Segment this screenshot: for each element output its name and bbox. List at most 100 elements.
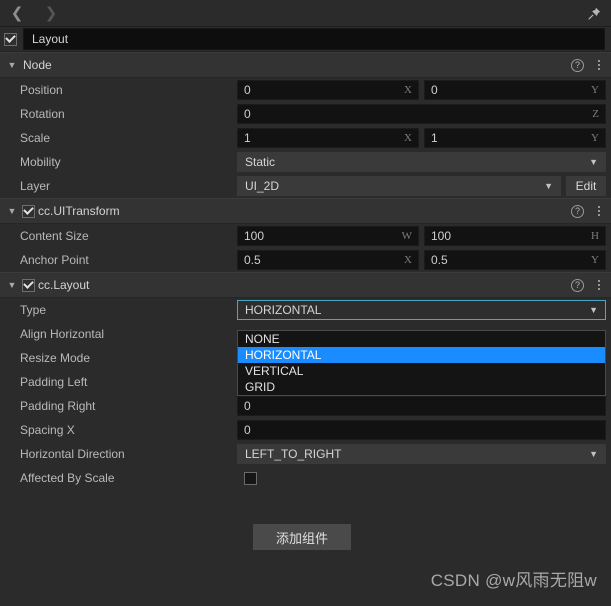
property-row-layer: Layer UI_2D ▼ Edit xyxy=(0,174,611,198)
property-row-horizontal-direction: Horizontal Direction LEFT_TO_RIGHT ▼ xyxy=(0,442,611,466)
label-content-size: Content Size xyxy=(20,229,89,243)
position-y-input[interactable]: 0 Y xyxy=(424,80,606,100)
section-icons-layout: ? xyxy=(571,273,605,297)
mobility-select[interactable]: Static ▼ xyxy=(237,152,606,172)
axis-label-z: Z xyxy=(592,108,599,120)
uitransform-enabled-checkbox[interactable] xyxy=(22,204,35,218)
type-select[interactable]: HORIZONTAL ▼ xyxy=(237,300,606,320)
padding-right-input[interactable]: 0 xyxy=(237,396,606,416)
property-row-content-size: Content Size 100 W 100 H xyxy=(0,224,611,248)
rotation-z-input[interactable]: 0 Z xyxy=(237,104,606,124)
help-circle-icon[interactable]: ? xyxy=(571,278,584,292)
content-size-height-input[interactable]: 100 H xyxy=(424,226,606,246)
chevron-right-icon[interactable]: ❯ xyxy=(34,0,68,26)
property-row-spacing-x: Spacing X 0 xyxy=(0,418,611,442)
dropdown-option-none[interactable]: NONE xyxy=(238,331,605,347)
property-row-mobility: Mobility Static ▼ xyxy=(0,150,611,174)
property-row-scale: Scale 1 X 1 Y xyxy=(0,126,611,150)
property-row-type: Type HORIZONTAL ▼ xyxy=(0,298,611,322)
section-title-uitransform: cc.UITransform xyxy=(38,204,120,218)
anchor-point-x-input[interactable]: 0.5 X xyxy=(237,250,419,270)
label-align-horizontal: Align Horizontal xyxy=(20,327,105,341)
label-padding-right: Padding Right xyxy=(20,399,96,413)
scale-y-input[interactable]: 1 Y xyxy=(424,128,606,148)
chevron-down-icon: ▼ xyxy=(589,156,598,167)
padding-right-value: 0 xyxy=(244,399,251,413)
axis-label-w: W xyxy=(401,230,412,242)
label-scale: Scale xyxy=(20,131,51,145)
section-title-layout: cc.Layout xyxy=(38,278,90,292)
layout-enabled-checkbox[interactable] xyxy=(22,278,35,292)
rotation-z-value: 0 xyxy=(244,107,251,121)
node-name-field[interactable]: Layout xyxy=(23,28,605,50)
label-mobility: Mobility xyxy=(20,155,61,169)
chevron-down-icon: ▼ xyxy=(544,180,553,191)
type-dropdown-popup[interactable]: NONE HORIZONTAL VERTICAL GRID xyxy=(237,330,606,396)
label-position: Position xyxy=(20,83,63,97)
spacing-x-input[interactable]: 0 xyxy=(237,420,606,440)
footer-area: 添加组件 CSDN @w风雨无阻w xyxy=(0,500,611,606)
anchor-point-y-input[interactable]: 0.5 Y xyxy=(424,250,606,270)
more-vertical-icon[interactable] xyxy=(593,204,605,218)
watermark-text: CSDN @w风雨无阻w xyxy=(430,571,597,590)
property-row-rotation: Rotation 0 Z xyxy=(0,102,611,126)
axis-label-h: H xyxy=(591,230,599,242)
content-size-width-value: 100 xyxy=(244,229,265,243)
help-circle-icon[interactable]: ? xyxy=(571,204,584,218)
dropdown-option-vertical[interactable]: VERTICAL xyxy=(238,363,605,379)
anchor-point-x-value: 0.5 xyxy=(244,253,261,267)
axis-label-y: Y xyxy=(591,254,599,266)
property-row-position: Position 0 X 0 Y xyxy=(0,78,611,102)
position-x-input[interactable]: 0 X xyxy=(237,80,419,100)
axis-label-y: Y xyxy=(591,84,599,96)
section-header-layout[interactable]: ▼ cc.Layout ? xyxy=(0,272,611,298)
anchor-point-y-value: 0.5 xyxy=(431,253,448,267)
layer-value: UI_2D xyxy=(245,179,280,193)
label-anchor-point: Anchor Point xyxy=(20,253,89,267)
help-circle-icon[interactable]: ? xyxy=(571,58,584,72)
section-title-node: Node xyxy=(23,58,52,72)
section-icons-node: ? xyxy=(571,53,605,77)
position-x-value: 0 xyxy=(244,83,251,97)
property-row-anchor-point: Anchor Point 0.5 X 0.5 Y xyxy=(0,248,611,272)
add-component-button[interactable]: 添加组件 xyxy=(253,524,351,550)
label-padding-left: Padding Left xyxy=(20,375,88,389)
section-icons-uitransform: ? xyxy=(571,199,605,223)
horizontal-direction-value: LEFT_TO_RIGHT xyxy=(245,447,342,461)
node-name-row: Layout xyxy=(0,27,611,52)
chevron-down-icon: ▼ xyxy=(589,448,598,459)
more-vertical-icon[interactable] xyxy=(593,58,605,72)
spacing-x-value: 0 xyxy=(244,423,251,437)
node-enabled-checkbox[interactable] xyxy=(4,32,17,46)
axis-label-y: Y xyxy=(591,132,599,144)
layer-edit-button[interactable]: Edit xyxy=(566,176,606,196)
axis-label-x: X xyxy=(404,84,412,96)
label-layer: Layer xyxy=(20,179,51,193)
chevron-down-icon[interactable]: ▼ xyxy=(4,206,20,216)
scale-x-input[interactable]: 1 X xyxy=(237,128,419,148)
label-type: Type xyxy=(20,303,47,317)
content-size-height-value: 100 xyxy=(431,229,452,243)
dropdown-option-grid[interactable]: GRID xyxy=(238,379,605,395)
horizontal-direction-select[interactable]: LEFT_TO_RIGHT ▼ xyxy=(237,444,606,464)
chevron-down-icon[interactable]: ▼ xyxy=(4,280,20,290)
label-horizontal-direction: Horizontal Direction xyxy=(20,447,125,461)
chevron-down-icon[interactable]: ▼ xyxy=(4,60,20,70)
node-name-value: Layout xyxy=(32,32,69,46)
pin-icon[interactable] xyxy=(585,4,603,22)
toolbar: ❮ ❯ xyxy=(0,0,611,27)
section-header-node[interactable]: ▼ Node ? xyxy=(0,52,611,78)
label-affected-by-scale: Affected By Scale xyxy=(20,471,115,485)
section-header-uitransform[interactable]: ▼ cc.UITransform ? xyxy=(0,198,611,224)
content-size-width-input[interactable]: 100 W xyxy=(237,226,419,246)
axis-label-x: X xyxy=(404,132,412,144)
axis-label-x: X xyxy=(404,254,412,266)
affected-by-scale-checkbox[interactable] xyxy=(244,471,257,485)
layer-select[interactable]: UI_2D ▼ xyxy=(237,176,561,196)
dropdown-option-horizontal[interactable]: HORIZONTAL xyxy=(238,347,605,363)
chevron-left-icon[interactable]: ❮ xyxy=(0,0,34,26)
property-row-padding-right: Padding Right 0 xyxy=(0,394,611,418)
label-spacing-x: Spacing X xyxy=(20,423,75,437)
more-vertical-icon[interactable] xyxy=(593,278,605,292)
chevron-down-icon: ▼ xyxy=(589,304,598,315)
